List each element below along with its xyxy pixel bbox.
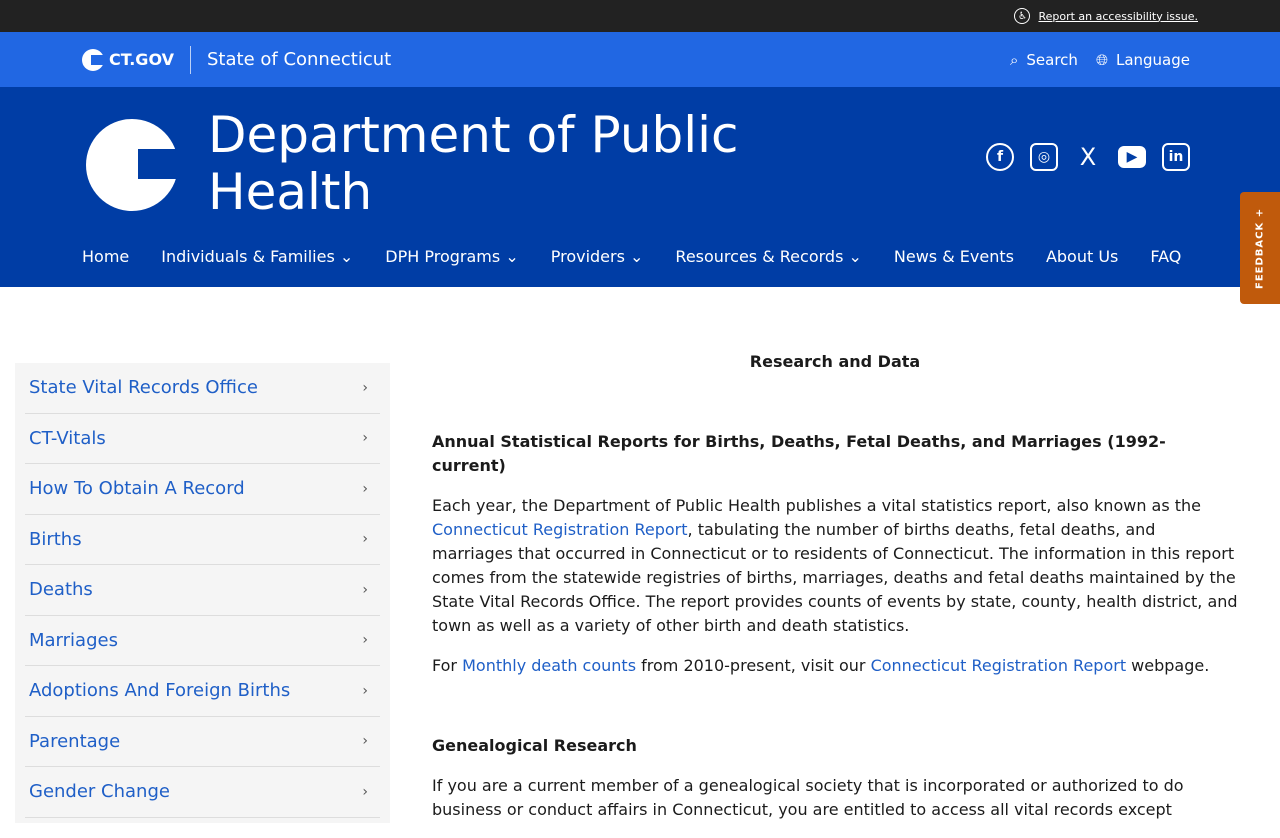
text: from 2010-present, visit our (636, 656, 871, 675)
x-twitter-icon[interactable]: X (1074, 143, 1102, 171)
social-links: f ◎ X ▶ in (986, 143, 1190, 171)
sidebar-item-label: Adoptions And Foreign Births (29, 680, 291, 702)
annual-reports-paragraph: Each year, the Department of Public Heal… (432, 494, 1238, 638)
sidebar-item[interactable]: Adoptions And Foreign Births › (25, 666, 380, 717)
dph-logo[interactable] (86, 119, 178, 211)
globe-icon: 🌐︎ (1095, 50, 1108, 69)
chevron-right-icon: › (362, 430, 368, 447)
sidebar-item[interactable]: State Vital Records Office › (25, 363, 380, 414)
nav-faq[interactable]: FAQ (1150, 247, 1181, 266)
chevron-right-icon: › (362, 632, 368, 649)
nav-individuals-families[interactable]: Individuals & Families ⌄ (161, 247, 353, 266)
chevron-right-icon: › (362, 531, 368, 548)
text: For (432, 656, 463, 675)
nav-home[interactable]: Home (82, 247, 129, 266)
genealogical-heading: Genealogical Research (432, 736, 637, 755)
report-accessibility-link[interactable]: Report an accessibility issue. (1038, 10, 1198, 23)
nav-providers[interactable]: Providers ⌄ (551, 247, 644, 266)
section-heading: Research and Data (749, 352, 921, 371)
linkedin-icon[interactable]: in (1162, 143, 1190, 171)
utility-bar: ♿ Report an accessibility issue. (0, 0, 1280, 32)
sidebar-item[interactable]: CT-Vitals › (25, 414, 380, 464)
ct-gov-bar: CT.GOV State of Connecticut ⌕ Search 🌐︎ La… (0, 32, 1280, 87)
search-icon: ⌕ (1010, 50, 1019, 69)
chevron-right-icon: › (362, 733, 368, 750)
registration-report-link[interactable]: Connecticut Registration Report (432, 520, 688, 539)
monthly-death-counts-link[interactable]: Monthly death counts (462, 656, 636, 675)
state-name[interactable]: State of Connecticut (207, 49, 391, 70)
sidebar-item-label: Marriages (29, 629, 118, 651)
language-label: Language (1115, 50, 1190, 69)
ct-gov-logo[interactable]: CT.GOV (82, 48, 174, 71)
sidebar-item[interactable]: How To Obtain A Record › (25, 464, 380, 515)
main-nav: Home Individuals & Families ⌄ DPH Progra… (82, 247, 1181, 266)
sidebar-item-label: Births (29, 528, 82, 550)
site-header: Department of Public Health f ◎ X ▶ in H… (0, 87, 1280, 287)
chevron-right-icon: › (362, 581, 368, 598)
sidebar-item-label: Gender Change (29, 781, 170, 803)
text: webpage. (1126, 656, 1210, 675)
ct-gov-label: CT.GOV (109, 50, 174, 69)
nav-resources-records[interactable]: Resources & Records ⌄ (675, 247, 861, 266)
annual-reports-heading: Annual Statistical Reports for Births, D… (432, 432, 1166, 475)
chevron-right-icon: › (362, 783, 368, 800)
sidebar-item-label: Deaths (29, 579, 93, 601)
sidebar-item[interactable]: Parentage › (25, 717, 380, 767)
sidebar-item[interactable]: Births › (25, 515, 380, 565)
sidebar-item-label: CT-Vitals (29, 427, 106, 449)
nav-news-events[interactable]: News & Events (894, 247, 1014, 266)
page-title[interactable]: Department of Public Health (208, 107, 768, 221)
language-button[interactable]: 🌐︎ Language (1096, 51, 1190, 69)
divider (190, 45, 191, 74)
text: Each year, the Department of Public Heal… (432, 496, 1202, 515)
feedback-tab[interactable]: FEEDBACK + (1240, 192, 1280, 304)
ct-logo-icon (82, 48, 104, 71)
main-content: Research and Data Annual Statistical Rep… (432, 350, 1238, 838)
nav-about-us[interactable]: About Us (1046, 247, 1118, 266)
sidebar-item-label: Parentage (29, 730, 121, 752)
registration-report-webpage-link[interactable]: Connecticut Registration Report (871, 656, 1127, 675)
genealogical-paragraph: If you are a current member of a genealo… (432, 776, 1184, 819)
instagram-icon[interactable]: ◎ (1030, 143, 1058, 171)
sidebar-nav: State Vital Records Office › CT-Vitals › H… (15, 363, 390, 823)
sidebar-item-label: State Vital Records Office (29, 377, 258, 399)
facebook-icon[interactable]: f (986, 143, 1014, 171)
sidebar-item[interactable]: Deaths › (25, 565, 380, 616)
search-label: Search (1026, 50, 1078, 69)
chevron-right-icon: › (362, 379, 368, 396)
sidebar-item[interactable]: Marriages › (25, 616, 380, 666)
chevron-right-icon: › (362, 480, 368, 497)
monthly-deaths-paragraph: For Monthly death counts from 2010-prese… (432, 654, 1238, 678)
nav-dph-programs[interactable]: DPH Programs ⌄ (385, 247, 518, 266)
youtube-icon[interactable]: ▶ (1118, 146, 1146, 168)
accessibility-icon: ♿ (1014, 8, 1031, 24)
sidebar-item-label: How To Obtain A Record (29, 478, 245, 500)
chevron-right-icon: › (362, 682, 368, 699)
sidebar-item[interactable]: Gender Change › (25, 767, 380, 818)
search-button[interactable]: ⌕ Search (1010, 51, 1078, 69)
